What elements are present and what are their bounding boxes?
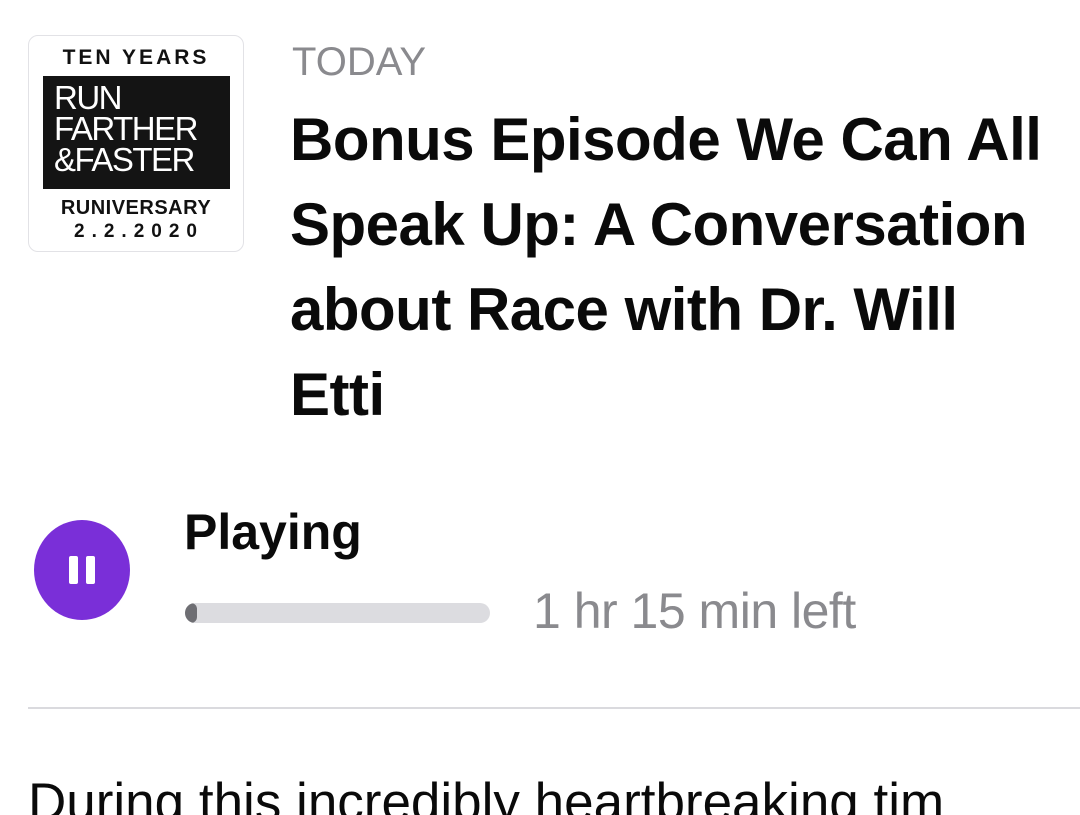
pause-button[interactable]: [34, 520, 130, 620]
artwork-logo-line: FARTHER: [54, 110, 198, 147]
episode-title: Bonus Episode We Can All Speak Up: A Con…: [290, 106, 1042, 428]
artwork-logo-line: &FASTER: [54, 141, 195, 178]
episode-detail-page: TEN YEARS RUN FARTHER &FASTER RUNIVERSAR…: [0, 0, 1080, 815]
section-divider: [28, 707, 1080, 709]
playback-progress-fill: [185, 603, 198, 623]
artwork-top-text: TEN YEARS: [62, 46, 210, 69]
episode-date-label: TODAY: [292, 40, 427, 84]
artwork-date-text: 2.2.2020: [74, 221, 204, 242]
playback-status: Playing: [184, 504, 362, 560]
artwork-logo-box: RUN FARTHER &FASTER: [43, 76, 230, 189]
time-remaining: 1 hr 15 min left: [533, 583, 856, 639]
episode-description: During this incredibly heartbreaking tim: [28, 773, 945, 815]
podcast-artwork: TEN YEARS RUN FARTHER &FASTER RUNIVERSAR…: [28, 35, 244, 252]
playback-progress-bar[interactable]: [185, 603, 490, 623]
pause-icon: [69, 556, 95, 584]
artwork-logo-line: RUN: [54, 79, 123, 116]
artwork-anniversary-text: RUNIVERSARY: [60, 197, 212, 219]
